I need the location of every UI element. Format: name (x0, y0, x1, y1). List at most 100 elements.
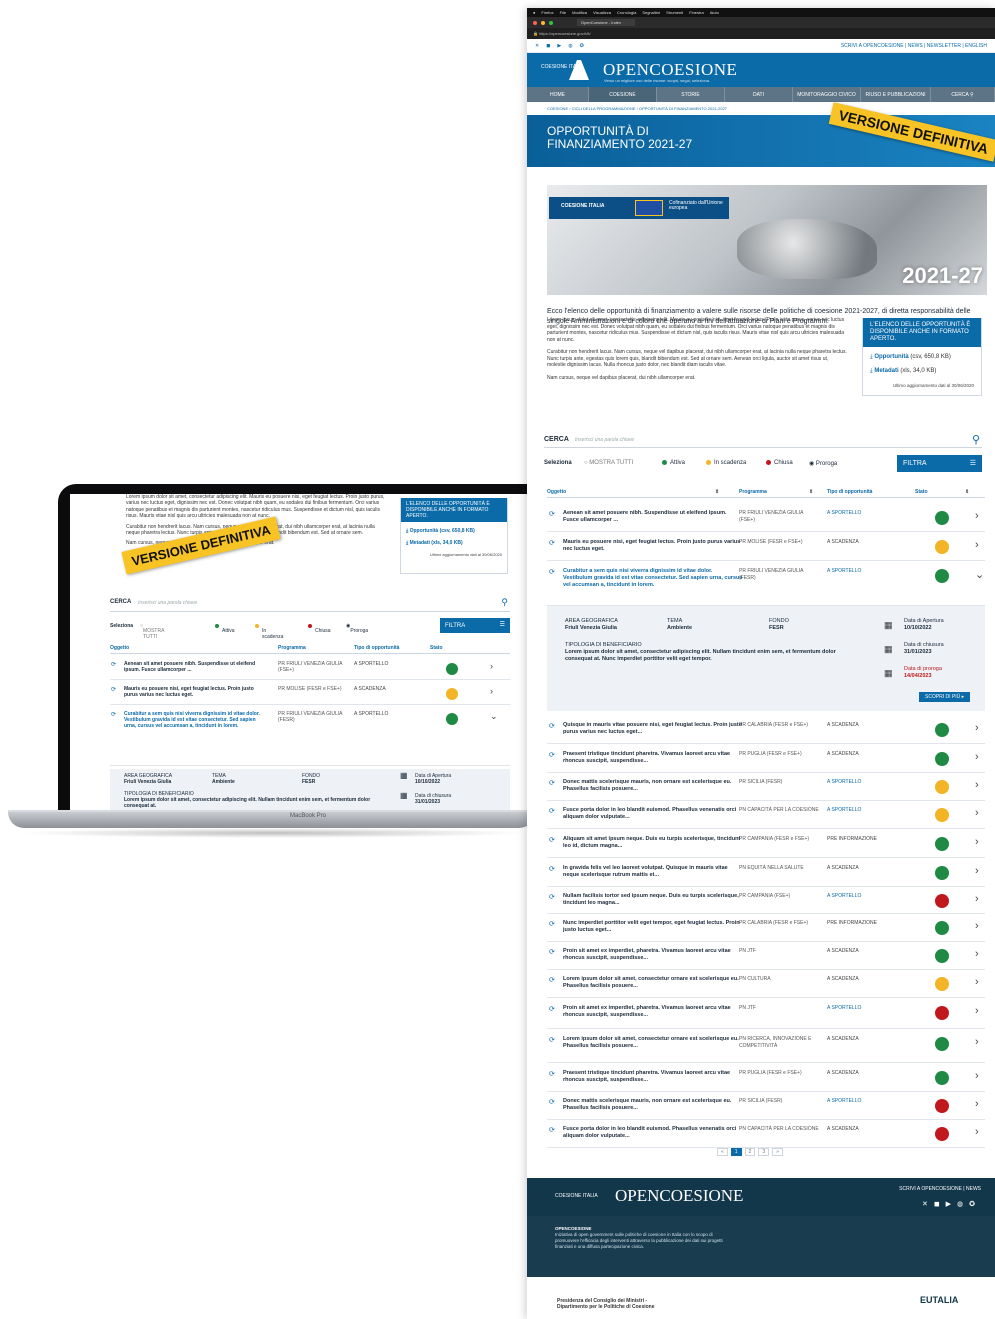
chevron-right-icon[interactable]: › (975, 1005, 979, 1017)
close-window-icon[interactable] (533, 20, 537, 25)
search-icon[interactable]: ⚲ (972, 433, 980, 446)
chevron-right-icon[interactable]: › (490, 686, 493, 696)
partner-presidenza[interactable]: Presidenza del Consiglio dei Ministri - … (557, 1298, 677, 1310)
page-2[interactable]: 2 (744, 1148, 756, 1156)
chevron-down-icon[interactable]: ⌄ (975, 568, 984, 581)
chevron-right-icon[interactable]: › (975, 948, 979, 960)
flickr-icon[interactable]: ◼ (546, 43, 550, 49)
col-tipo[interactable]: Tipo di opportunità (827, 489, 872, 495)
col-programma[interactable]: Programma (739, 489, 767, 495)
table-row[interactable]: ⟳ Fusce porta dolor in leo blandit euismo… (547, 1120, 985, 1148)
laptop-filter-proroga[interactable]: ◉ Proroga (346, 623, 368, 634)
twitter-icon[interactable]: ✕ (535, 43, 539, 49)
table-row[interactable]: ⟳ Donec mattis scelerisque mauris, non or… (547, 773, 985, 801)
nav-riuso[interactable]: RIUSO E PUBBLICAZIONI (861, 87, 931, 102)
filter-attiva[interactable]: Attiva (662, 460, 685, 466)
page-next[interactable]: » (772, 1148, 783, 1156)
filtra-button[interactable]: FILTRA ☰ (897, 455, 982, 472)
table-row[interactable]: ⟳ Proin sit amet ex imperdiet, pharetra. … (547, 999, 985, 1029)
nav-monitoraggio[interactable]: MONITORAGGIO CIVICO (793, 87, 861, 102)
page-1[interactable]: 1 (730, 1148, 742, 1156)
search-input[interactable]: Inserisci una parola chiave (575, 437, 634, 443)
download-metadati-link[interactable]: ⤓ Metadati (xls, 34,0 KB) (870, 368, 974, 375)
col-stato[interactable]: Stato (915, 489, 928, 495)
table-row[interactable]: ⟳ Aenean sit amet posuere nibh. Suspendi… (110, 656, 510, 680)
table-row[interactable]: ⟳ Aenean sit amet posuere nibh. Suspendis… (547, 504, 985, 532)
chevron-right-icon[interactable]: › (490, 661, 493, 671)
chevron-right-icon[interactable]: › (975, 751, 979, 763)
github-icon[interactable]: ✪ (580, 43, 584, 49)
nav-dati[interactable]: DATI (725, 87, 793, 102)
chevron-right-icon[interactable]: › (975, 1036, 979, 1048)
table-row[interactable]: ⟳ Praesent tristique tincidunt pharetra. … (547, 1064, 985, 1092)
table-row[interactable]: ⟳ Praesent tristique tincidunt pharetra. … (547, 745, 985, 773)
site-top-links[interactable]: SCRIVI A OPENCOESIONE | NEWS | NEWSLETTE… (841, 43, 987, 49)
site-title[interactable]: OPENCOESIONE (603, 60, 737, 80)
laptop-col-stato[interactable]: Stato (430, 645, 443, 651)
sort-icon[interactable]: ⇕ (965, 489, 969, 495)
podcast-icon[interactable]: ◍ (568, 43, 572, 49)
chevron-down-icon[interactable]: ⌄ (490, 711, 498, 722)
maximize-window-icon[interactable] (549, 20, 553, 25)
partner-eutalia[interactable]: EUTALIA (920, 1295, 958, 1305)
chevron-right-icon[interactable]: › (975, 722, 979, 734)
table-row[interactable]: ⟳ Mauris eu posuere nisi, eget feugiat le… (547, 533, 985, 561)
table-row[interactable]: ⟳ Curabitur a sem quis nisi viverra dign… (110, 706, 510, 766)
nav-home[interactable]: HOME (527, 87, 589, 102)
chevron-right-icon[interactable]: › (975, 807, 979, 819)
chevron-right-icon[interactable]: › (975, 779, 979, 791)
breadcrumb[interactable]: COESIONE › CICLI DELLA PROGRAMMAZIONE › … (527, 102, 995, 115)
col-oggetto[interactable]: Oggetto (547, 489, 566, 495)
footer-title[interactable]: OPENCOESIONE (615, 1186, 743, 1206)
filter-scadenza[interactable]: In scadenza (706, 460, 746, 466)
table-row[interactable]: ⟳ Lorem ipsum dolor sit amet, consectetur… (547, 970, 985, 998)
chevron-right-icon[interactable]: › (975, 976, 979, 988)
sort-icon[interactable]: ⇕ (809, 489, 813, 495)
chevron-right-icon[interactable]: › (975, 1098, 979, 1110)
laptop-col-tipo[interactable]: Tipo di opportunità (354, 645, 399, 651)
table-row[interactable]: ⟳ In gravida felis vel leo laoreet volutp… (547, 859, 985, 887)
table-row[interactable]: ⟳ Aliquam sit amet ipsum neque. Duis eu t… (547, 830, 985, 858)
chevron-right-icon[interactable]: › (975, 865, 979, 877)
youtube-icon[interactable]: ▶ (557, 43, 561, 49)
chevron-right-icon[interactable]: › (975, 1126, 979, 1138)
laptop-col-oggetto[interactable]: Oggetto (110, 645, 129, 651)
nav-cerca[interactable]: CERCA ⚲ (931, 87, 995, 102)
search-icon[interactable]: ⚲ (501, 597, 508, 608)
laptop-filtra-button[interactable]: FILTRA ☰ (440, 618, 510, 633)
table-row[interactable]: ⟳ Nullam facilisis tortor sed ipsum neque… (547, 887, 985, 914)
nav-storie[interactable]: STORIE (657, 87, 725, 102)
nav-coesione[interactable]: COESIONE (589, 87, 657, 102)
laptop-col-programma[interactable]: Programma (278, 645, 306, 651)
scopri-di-piu-button[interactable]: SCOPRI DI PIÙ ▸ (919, 692, 971, 702)
filter-proroga[interactable]: ◉ Proroga (809, 460, 837, 467)
filter-all-radio[interactable]: ○ MOSTRA TUTTI (584, 460, 633, 466)
browser-url-bar[interactable]: 🔒 https://opencoesione.gov.it/it/ (527, 28, 995, 39)
table-row[interactable]: ⟳ Lorem ipsum dolor sit amet, consectetur… (547, 1030, 985, 1063)
table-row[interactable]: ⟳ Mauris eu posuere nisi, eget feugiat l… (110, 681, 510, 705)
sort-icon[interactable]: ⇕ (715, 489, 719, 495)
footer-coesione-logo[interactable]: COESIONE ITALIA (555, 1194, 598, 1199)
search-bar[interactable]: CERCA Inserisci una parola chiave ⚲ (544, 432, 982, 448)
filter-chiusa[interactable]: Chiusa (766, 460, 793, 466)
laptop-filter-attiva[interactable]: Attiva (215, 623, 235, 634)
chevron-right-icon[interactable]: › (975, 1070, 979, 1082)
laptop-download-metadati-link[interactable]: ⤓ Metadati (xls, 34,0 KB) (406, 540, 502, 546)
download-opportunita-link[interactable]: ⤓ Opportunità (csv, 650,8 KB) (870, 354, 974, 361)
laptop-filter-chiusa[interactable]: Chiusa (308, 623, 331, 634)
chevron-right-icon[interactable]: › (975, 920, 979, 932)
table-row[interactable]: ⟳ Donec mattis scelerisque mauris, non or… (547, 1092, 985, 1120)
table-row[interactable]: ⟳ Quisque in mauris vitae posuere nisi, e… (547, 716, 985, 744)
laptop-filter-all[interactable]: ○ MOSTRA TUTTI (140, 623, 164, 640)
footer-links[interactable]: SCRIVI A OPENCOESIONE | NEWS (899, 1186, 981, 1192)
page-3[interactable]: 3 (758, 1148, 770, 1156)
table-row[interactable]: ⟳ Proin sit amet ex imperdiet, pharetra. … (547, 942, 985, 970)
chevron-right-icon[interactable]: › (975, 893, 979, 905)
table-row[interactable]: ⟳ Nunc imperdiet porttitor velit eget tem… (547, 914, 985, 942)
chevron-right-icon[interactable]: › (975, 539, 979, 551)
page-prev[interactable]: « (717, 1148, 728, 1156)
laptop-search-bar[interactable]: CERCA Inserisci una parola chiave ⚲ (110, 594, 510, 612)
chevron-right-icon[interactable]: › (975, 836, 979, 848)
footer-social-icons[interactable]: ✕◼▶◍✪ (922, 1200, 981, 1208)
laptop-download-opportunita-link[interactable]: ⤓ Opportunità (csv, 650,8 KB) (406, 528, 502, 534)
